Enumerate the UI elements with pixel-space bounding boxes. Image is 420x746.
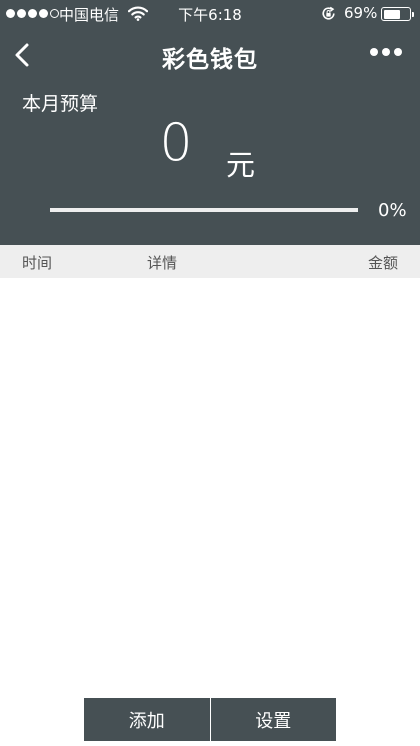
page-title: 彩色钱包 (162, 47, 258, 73)
column-header-amount: 金额 (367, 254, 398, 272)
more-dots-icon[interactable] (370, 48, 402, 56)
column-header-detail: 详情 (147, 254, 178, 272)
battery-nub (411, 11, 414, 17)
battery-icon (381, 7, 414, 21)
budget-progress-bar (50, 208, 358, 212)
settings-button[interactable]: 设置 (209, 698, 336, 741)
transaction-list[interactable] (0, 278, 420, 698)
budget-value: 0 (159, 113, 193, 173)
column-header-time: 时间 (22, 254, 53, 272)
progress-percent: 0% (378, 200, 407, 221)
budget-unit: 元 (226, 148, 256, 182)
nav-bar: 彩色钱包 (0, 30, 420, 78)
table-header: 时间 详情 金额 (0, 245, 420, 278)
add-button[interactable]: 添加 (84, 698, 210, 741)
bottom-action-bar: 添加 设置 (84, 698, 336, 741)
battery-fill (383, 9, 401, 19)
status-bar: 中国电信 下午6:18 69% (0, 0, 420, 28)
header-area: 中国电信 下午6:18 69% 彩色钱包 本月预算 0 元 0% (0, 0, 420, 245)
progress-remaining (50, 208, 358, 212)
phone-screen: 中国电信 下午6:18 69% 彩色钱包 本月预算 0 元 0% 时间 详情 金… (0, 0, 420, 746)
budget-label: 本月预算 (22, 93, 99, 115)
battery-percent: 69% (344, 4, 378, 22)
rotation-lock-icon (322, 6, 335, 20)
